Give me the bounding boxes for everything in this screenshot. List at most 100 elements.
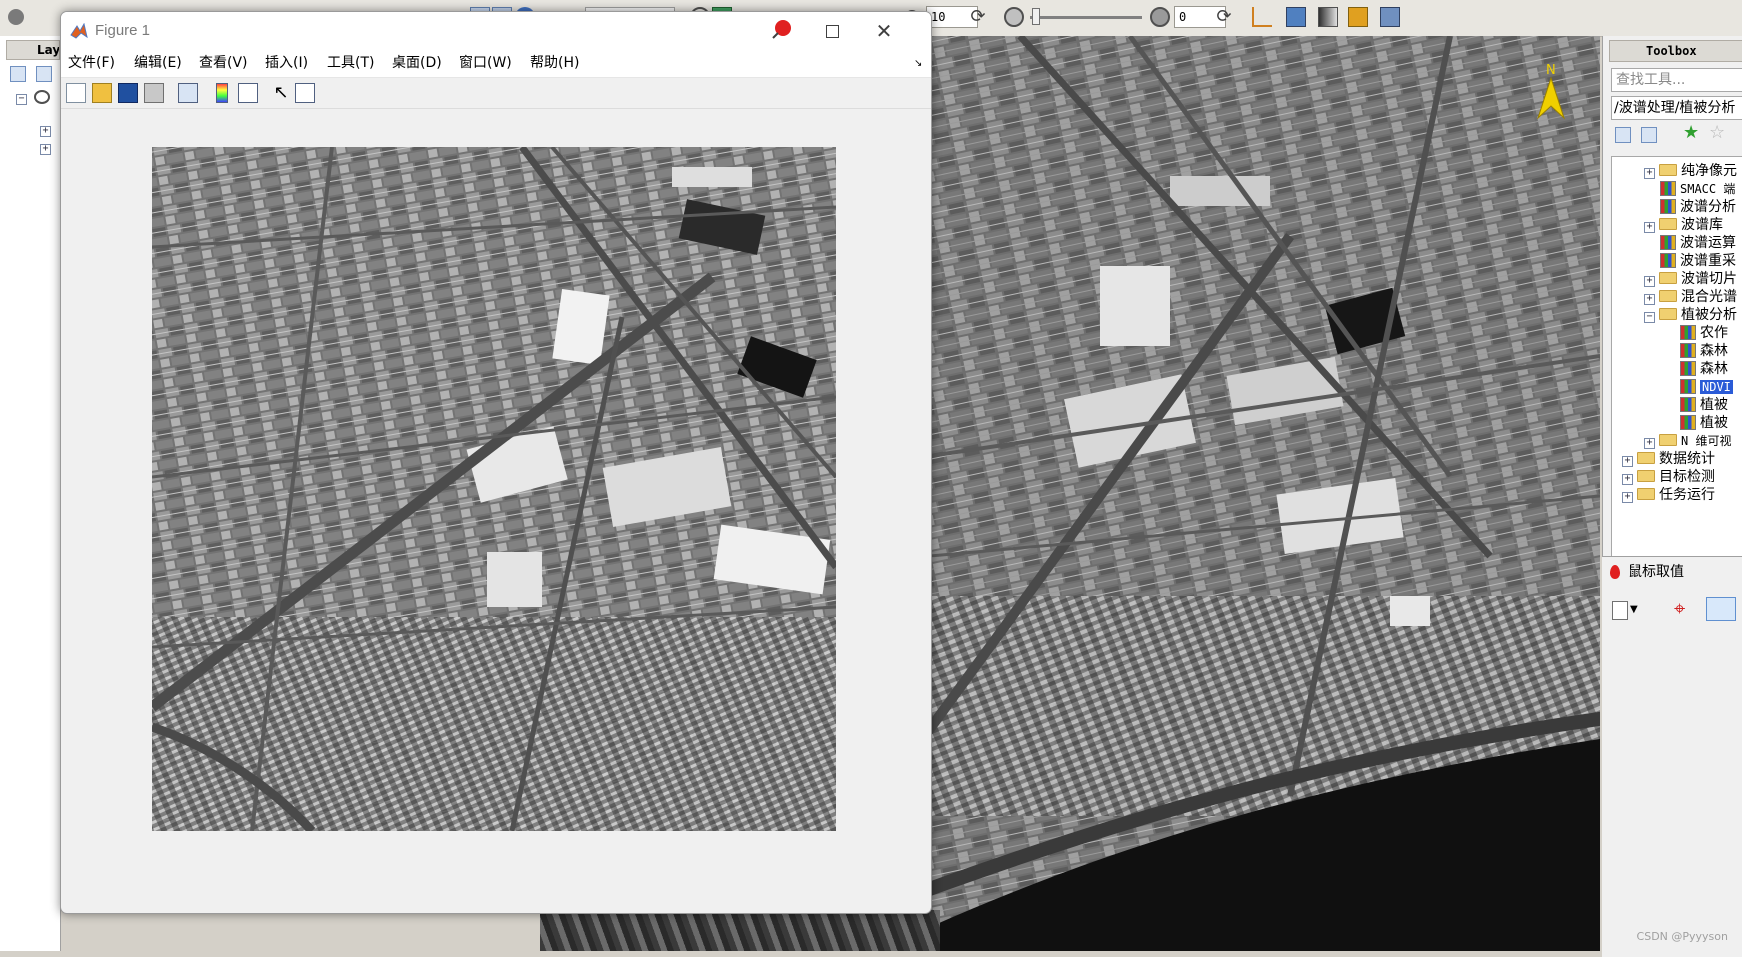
- toolbox-tree-item[interactable]: + N 维可视: [1644, 431, 1731, 451]
- move-up-icon[interactable]: [10, 66, 26, 82]
- record-pin-icon: [771, 18, 793, 40]
- transparency-icon: [1150, 7, 1170, 27]
- toolbox-path-field[interactable]: /波谱处理/植被分析: [1611, 96, 1742, 120]
- close-icon: ✕: [875, 19, 893, 43]
- print-icon[interactable]: [144, 83, 164, 103]
- figure-titlebar[interactable]: Figure 1 ✕: [61, 12, 931, 50]
- open-icon[interactable]: [92, 83, 112, 103]
- toolbox-tree-item[interactable]: + 任务运行: [1622, 485, 1715, 505]
- toolbox-tree-item[interactable]: + 波谱库: [1644, 215, 1723, 235]
- toolbox-tree-item[interactable]: + 波谱切片: [1644, 269, 1737, 289]
- record-icon[interactable]: [8, 9, 24, 25]
- toolbox-tree-item[interactable]: 波谱分析: [1660, 197, 1736, 217]
- tool-icon: [1660, 253, 1676, 268]
- toolbox-title: Toolbox: [1609, 40, 1742, 62]
- toolbox-tree-item-label: 波谱切片: [1681, 271, 1737, 287]
- toolbox-tree-item[interactable]: + 数据统计: [1622, 449, 1715, 469]
- expand-all-icon[interactable]: [1641, 127, 1657, 143]
- chevron-down-icon[interactable]: ▼: [1630, 601, 1638, 618]
- tool-icon: [1660, 235, 1676, 250]
- toolbox-tree-item[interactable]: 农作: [1680, 323, 1728, 343]
- toolbox-tree-item-label: 混合光谱: [1681, 289, 1737, 305]
- north-label: N: [1546, 63, 1556, 78]
- toolbox-tree-item[interactable]: 森林: [1680, 359, 1728, 379]
- expand-icon[interactable]: +: [1644, 438, 1655, 449]
- collapse-icon[interactable]: −: [1644, 312, 1655, 323]
- crosshair-icon[interactable]: ⌖: [1674, 597, 1685, 619]
- collapse-icon[interactable]: −: [16, 94, 27, 105]
- toolbox-tree-item[interactable]: 植被: [1680, 395, 1728, 415]
- chip-icon[interactable]: [1380, 7, 1400, 27]
- toolbox-tree-item[interactable]: − 植被分析: [1644, 305, 1737, 325]
- expand-icon[interactable]: +: [40, 126, 51, 137]
- copy-icon[interactable]: [1612, 601, 1628, 620]
- folder-icon: [1659, 290, 1677, 302]
- toolbox-tree-item[interactable]: + 纯净像元: [1644, 161, 1737, 181]
- toolbox-tree-item-label: 纯净像元: [1681, 163, 1737, 179]
- collapse-all-icon[interactable]: [1615, 127, 1631, 143]
- new-figure-icon[interactable]: [66, 83, 86, 103]
- star-outline-icon[interactable]: ☆: [1709, 124, 1725, 142]
- folder-icon: [1659, 308, 1677, 320]
- brightness-slider-thumb[interactable]: [1032, 8, 1040, 25]
- expand-icon[interactable]: +: [1622, 456, 1633, 467]
- maximize-icon: [825, 24, 839, 38]
- mouse-value-label: 鼠标取值: [1628, 564, 1684, 580]
- expand-icon[interactable]: +: [1622, 474, 1633, 485]
- mouse-value-panel: 鼠标取值 ▼ ⌖: [1602, 556, 1742, 957]
- menu-window[interactable]: 窗口(W): [459, 50, 512, 77]
- toolbox-tree-item[interactable]: 波谱重采: [1660, 251, 1736, 271]
- toolbox-tree-item-label: SMACC 端: [1680, 182, 1736, 196]
- tool-icon: [1680, 379, 1696, 394]
- layers-icon[interactable]: [1348, 7, 1368, 27]
- refresh-icon[interactable]: ⟳: [1214, 7, 1234, 27]
- menu-desktop[interactable]: 桌面(D): [392, 50, 442, 77]
- legend-icon[interactable]: [238, 83, 258, 103]
- pointer-icon[interactable]: ↖: [271, 83, 291, 103]
- expand-icon[interactable]: +: [1644, 168, 1655, 179]
- move-down-icon[interactable]: [36, 66, 52, 82]
- eye-icon[interactable]: [34, 90, 50, 104]
- toolbox-tree-item[interactable]: + 混合光谱: [1644, 287, 1737, 307]
- expand-icon[interactable]: +: [1622, 492, 1633, 503]
- image-icon[interactable]: [1286, 7, 1306, 27]
- expand-icon[interactable]: +: [1644, 276, 1655, 287]
- expand-icon[interactable]: +: [1644, 294, 1655, 305]
- sync-cursor-button[interactable]: [1706, 597, 1736, 621]
- toolbox-tree-item[interactable]: NDVI: [1680, 377, 1733, 397]
- colorbar-icon[interactable]: [216, 83, 228, 103]
- dock-arrow-icon[interactable]: ↘: [914, 50, 922, 77]
- close-button[interactable]: ✕: [861, 12, 907, 50]
- maximize-button[interactable]: [809, 12, 855, 50]
- brightness-slider-track: [1030, 16, 1142, 19]
- toolbox-tree-item[interactable]: 波谱运算: [1660, 233, 1736, 253]
- toolbox-tree-item-label: 农作: [1700, 325, 1728, 341]
- north-arrow-icon: N: [1536, 62, 1566, 122]
- folder-icon: [1659, 164, 1677, 176]
- expand-icon[interactable]: +: [1644, 222, 1655, 233]
- menu-insert[interactable]: 插入(I): [265, 50, 308, 77]
- expand-icon[interactable]: +: [40, 144, 51, 155]
- toolbox-search-input[interactable]: 查找工具...: [1611, 68, 1742, 92]
- layer-manager-panel: Lay − + +: [0, 36, 61, 951]
- figure-window: Figure 1 ✕ 文件(F) 编辑(E) 查看(V) 插入(I) 工具(T)…: [60, 11, 932, 914]
- property-editor-icon[interactable]: [295, 83, 315, 103]
- favorite-star-icon[interactable]: ★: [1683, 124, 1699, 142]
- figure-axes-image[interactable]: [148, 144, 839, 835]
- menu-help[interactable]: 帮助(H): [530, 50, 579, 77]
- toolbox-tree-item[interactable]: SMACC 端: [1660, 179, 1735, 199]
- toolbox-tree-item-label: 植被: [1700, 397, 1728, 413]
- link-plot-icon[interactable]: [178, 83, 198, 103]
- measure-icon[interactable]: [1252, 7, 1272, 27]
- menu-file[interactable]: 文件(F): [68, 50, 115, 77]
- refresh-icon[interactable]: ⟳: [968, 7, 988, 27]
- menu-view[interactable]: 查看(V): [199, 50, 248, 77]
- toolbox-tree-item[interactable]: 植被: [1680, 413, 1728, 433]
- menu-edit[interactable]: 编辑(E): [134, 50, 182, 77]
- envi-image-view[interactable]: [930, 36, 1600, 951]
- toolbox-tree-item[interactable]: 森林: [1680, 341, 1728, 361]
- toolbox-tree-item[interactable]: + 目标检测: [1622, 467, 1715, 487]
- stretch-icon[interactable]: [1318, 7, 1338, 27]
- menu-tools[interactable]: 工具(T): [327, 50, 374, 77]
- save-icon[interactable]: [118, 83, 138, 103]
